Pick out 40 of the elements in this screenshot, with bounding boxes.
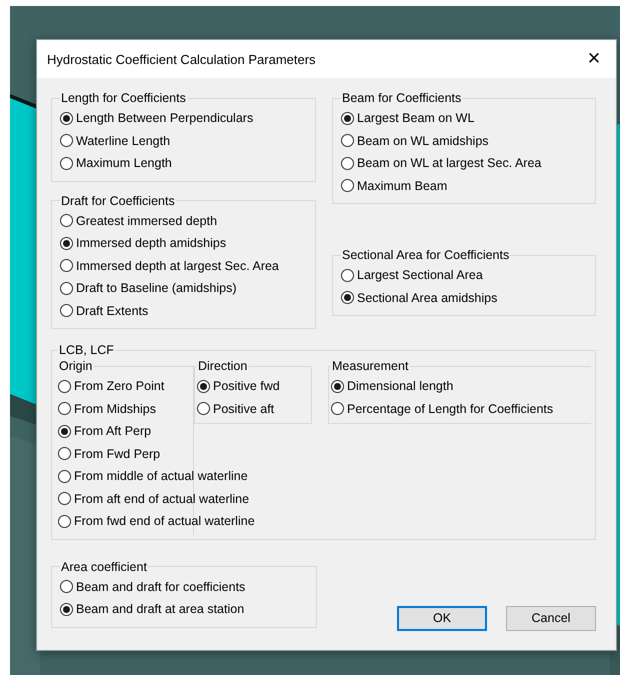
radio-button[interactable]: Maximum Length [60, 152, 172, 174]
radio-button[interactable]: Draft to Baseline (amidships) [60, 277, 236, 300]
dialog-button[interactable]: OK [397, 606, 487, 630]
radio-button[interactable]: Percentage of Length for Coefficients [331, 398, 554, 420]
radio-button[interactable]: From Midships [58, 398, 156, 420]
group-title: Draft for Coefficients [60, 194, 176, 208]
radio-button[interactable]: Largest Beam on WL [341, 107, 474, 130]
window-title: Hydrostatic Coefficient Calculation Parameters [47, 52, 317, 66]
radio-button[interactable]: Beam and draft at area station [60, 598, 244, 620]
radio-button[interactable]: Immersed depth at largest Sec. Area [60, 254, 279, 277]
group-title: Beam for Coefficients [341, 91, 462, 105]
radio-button[interactable]: From Aft Perp [58, 420, 152, 442]
group-title: Measurement [331, 359, 410, 373]
radio-button[interactable]: Draft Extents [60, 300, 148, 322]
radio-button[interactable]: Immersed depth amidships [60, 232, 226, 254]
radio-button[interactable]: From middle of actual waterline [58, 465, 248, 488]
radio-button[interactable]: Positive aft [197, 398, 274, 420]
radio-button[interactable]: Largest Sectional Area [341, 264, 483, 286]
radio-button[interactable]: Length Between Perpendiculars [60, 107, 254, 130]
radio-button[interactable]: Beam on WL at largest Sec. Area [341, 152, 542, 174]
group-title: LCB, LCF [58, 343, 115, 357]
dialog-button[interactable]: Cancel [506, 606, 596, 630]
radio-button[interactable]: From Zero Point [58, 375, 164, 398]
group-title: Length for Coefficients [60, 91, 187, 105]
radio-button[interactable]: From Fwd Perp [58, 442, 160, 465]
radio-button[interactable]: Beam and draft for coefficients [60, 576, 246, 598]
radio-button[interactable]: Sectional Area amidships [341, 286, 498, 309]
radio-button[interactable]: Waterline Length [60, 130, 170, 152]
radio-button[interactable]: From aft end of actual waterline [58, 488, 250, 510]
radio-button[interactable]: Positive fwd [197, 375, 280, 398]
group-title: Origin [58, 359, 94, 373]
close-button[interactable]: ✕ [572, 40, 616, 78]
radio-button[interactable]: From fwd end of actual waterline [58, 510, 255, 532]
radio-button[interactable]: Greatest immersed depth [60, 210, 218, 232]
group-title: Direction [197, 359, 248, 373]
radio-button[interactable]: Dimensional length [331, 375, 454, 398]
radio-button[interactable]: Beam on WL amidships [341, 130, 489, 152]
radio-button[interactable]: Maximum Beam [341, 174, 448, 197]
group-title: Sectional Area for Coefficients [341, 248, 510, 262]
group-title: Area coefficient [60, 560, 148, 574]
